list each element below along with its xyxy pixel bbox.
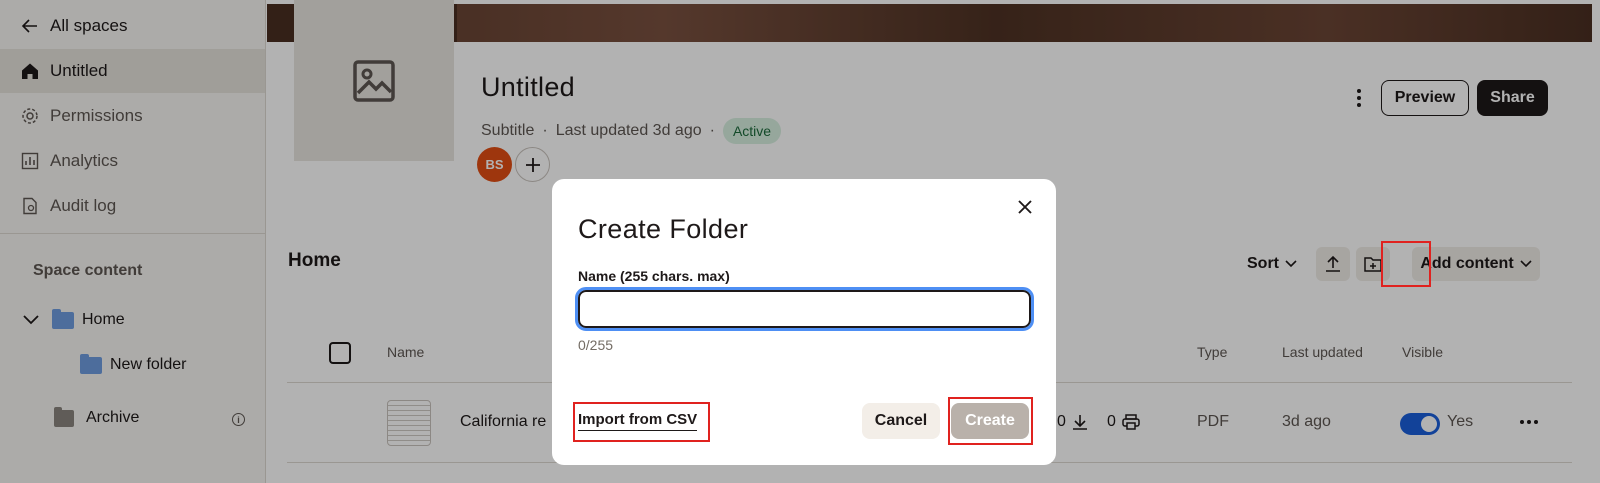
folder-name-input[interactable] xyxy=(575,287,1034,331)
cancel-button[interactable]: Cancel xyxy=(862,403,940,439)
name-field-label: Name (255 chars. max) xyxy=(578,268,730,284)
close-icon xyxy=(1018,200,1032,214)
create-folder-dialog: Create Folder Name (255 chars. max) 0/25… xyxy=(552,179,1056,465)
dialog-title: Create Folder xyxy=(578,214,749,244)
highlight-import-csv xyxy=(573,402,710,442)
highlight-create-folder xyxy=(1381,241,1431,287)
highlight-create-button xyxy=(948,397,1033,445)
close-button[interactable] xyxy=(1013,195,1037,219)
character-counter: 0/255 xyxy=(578,337,614,353)
